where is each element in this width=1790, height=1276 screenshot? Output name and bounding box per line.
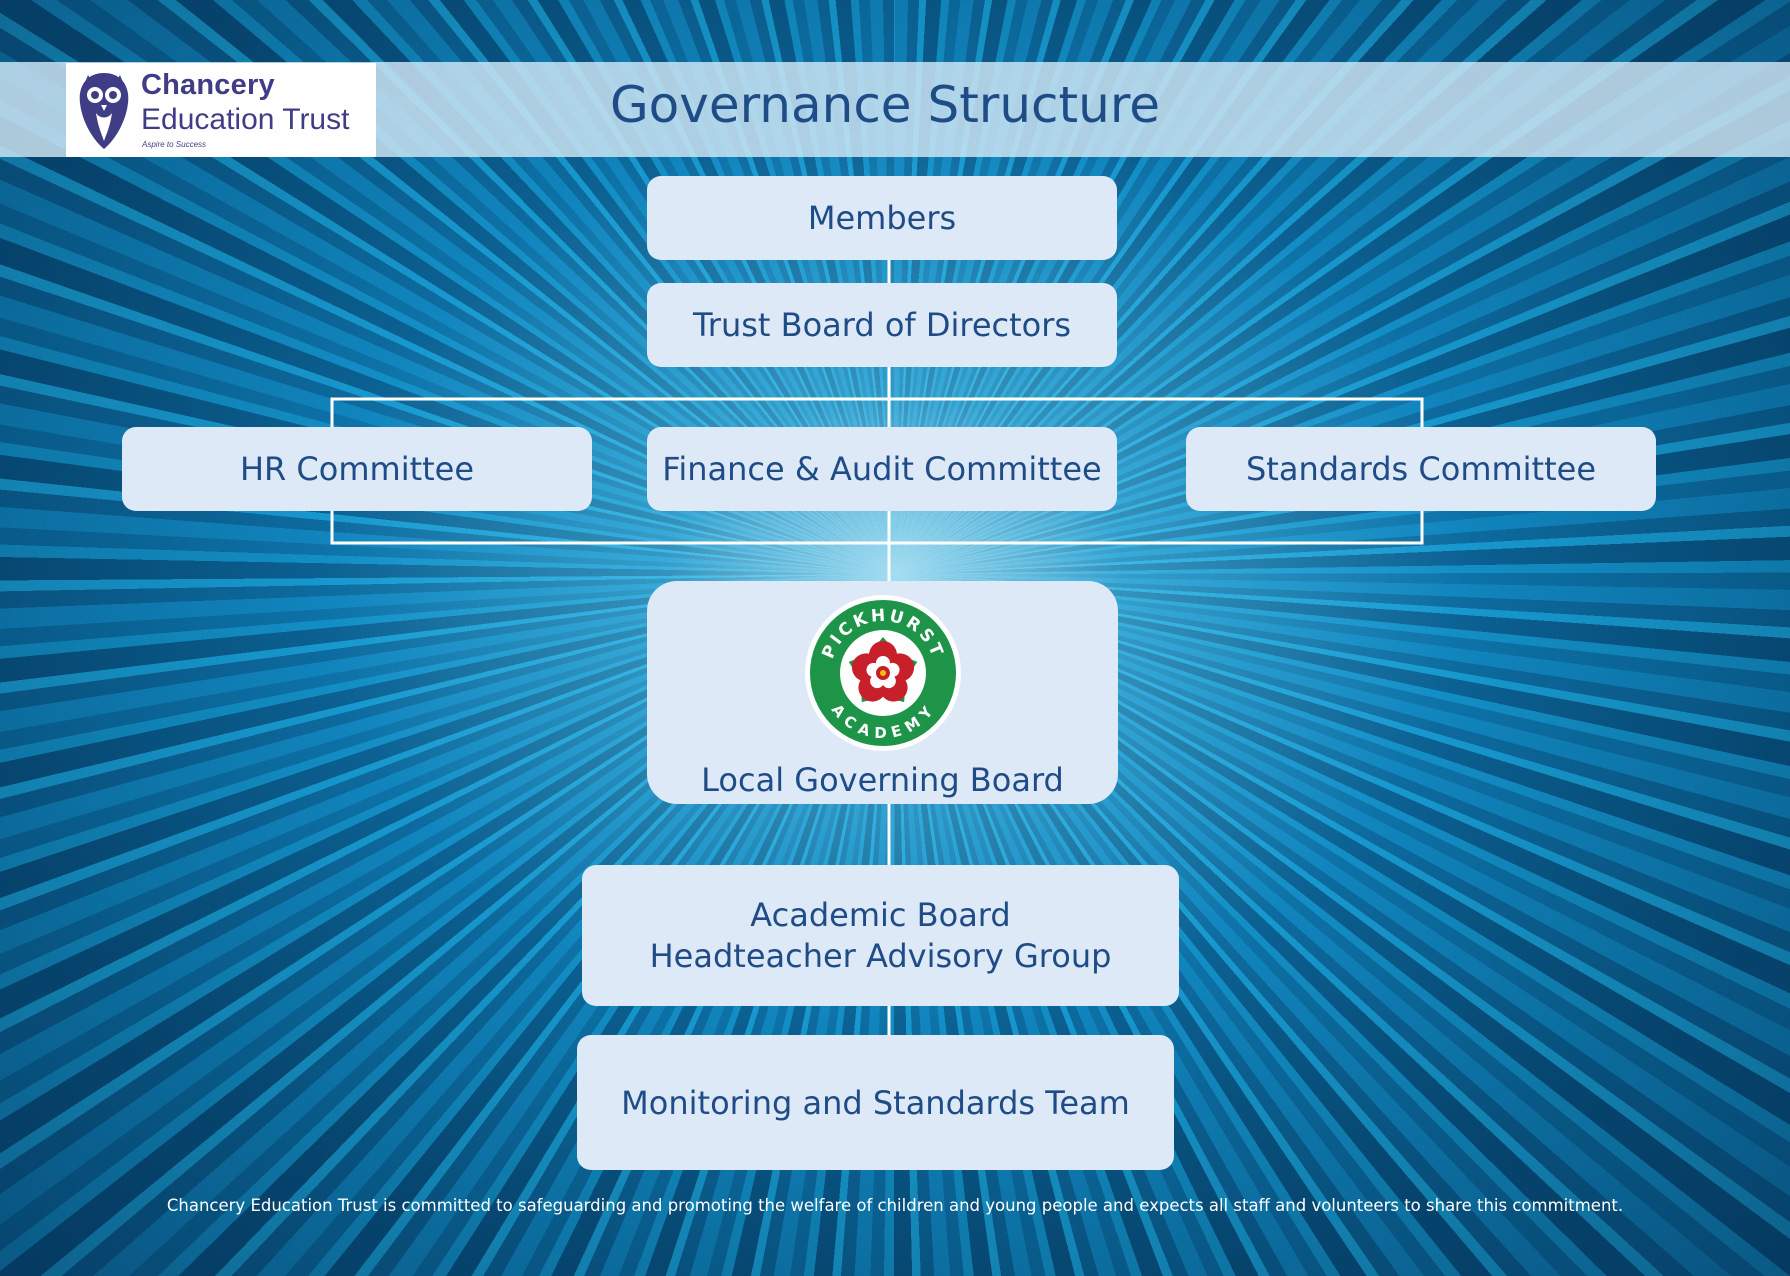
node-local-governing-board-label: Local Governing Board <box>701 761 1064 799</box>
node-standards-committee: Standards Committee <box>1186 427 1656 511</box>
connector-committees-bottom <box>330 510 1424 545</box>
connector-committees-top <box>330 397 1424 428</box>
node-trust-board-label: Trust Board of Directors <box>692 306 1072 344</box>
node-hr-committee: HR Committee <box>122 427 592 511</box>
node-local-governing-board: PICKHURST ACADEMY Local Governing Board <box>647 581 1118 804</box>
node-monitoring-team-label: Monitoring and Standards Team <box>621 1083 1130 1122</box>
node-hr-committee-label: HR Committee <box>239 450 475 488</box>
node-academic-board-line1: Academic Board <box>750 895 1011 934</box>
safeguarding-statement: Chancery Education Trust is committed to… <box>166 1196 1624 1215</box>
node-trust-board: Trust Board of Directors <box>647 283 1117 367</box>
node-finance-committee: Finance & Audit Committee <box>647 427 1117 511</box>
node-members-label: Members <box>807 199 957 237</box>
node-standards-committee-label: Standards Committee <box>1245 450 1597 488</box>
node-finance-committee-label: Finance & Audit Committee <box>662 450 1102 488</box>
node-academic-board: Academic Board Headteacher Advisory Grou… <box>582 865 1179 1006</box>
node-members: Members <box>647 176 1117 260</box>
pickhurst-crest-icon: PICKHURST ACADEMY <box>804 595 961 751</box>
node-monitoring-team: Monitoring and Standards Team <box>577 1035 1174 1170</box>
node-academic-board-line2: Headteacher Advisory Group <box>649 936 1112 975</box>
